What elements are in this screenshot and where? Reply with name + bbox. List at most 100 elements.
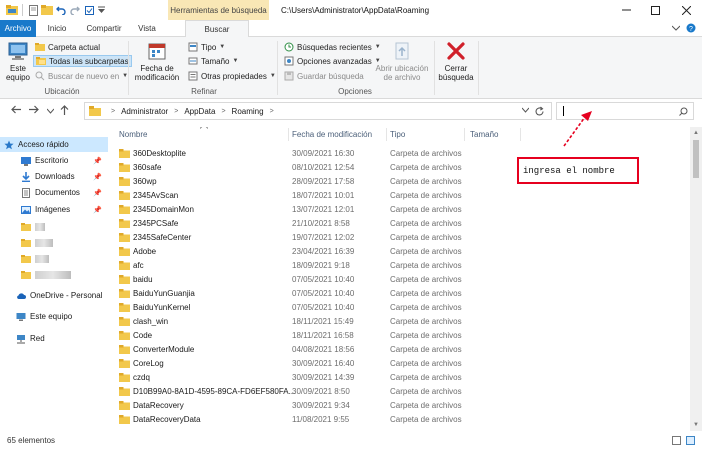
table-row[interactable]: 2345AvScan 18/07/2021 10:01 Carpeta de arc…: [108, 189, 690, 203]
close-window-button[interactable]: [678, 3, 694, 17]
busquedas-recientes-button[interactable]: Búsquedas recientes ▼: [284, 41, 381, 53]
forward-button[interactable]: [28, 105, 40, 119]
file-date: 07/05/2021 10:40: [292, 303, 355, 312]
column-header-type[interactable]: Tipo: [390, 127, 405, 142]
nav-downloads[interactable]: Downloads 📌: [0, 169, 108, 184]
search-icon[interactable]: [679, 107, 688, 116]
tab-vista[interactable]: Vista: [133, 20, 161, 37]
nav-downloads-label: Downloads: [35, 172, 75, 181]
nav-quick-access[interactable]: Acceso rápido: [0, 137, 108, 152]
undo-icon[interactable]: [56, 4, 66, 16]
column-header-date[interactable]: Fecha de modificación: [292, 127, 372, 142]
breadcrumb-appdata[interactable]: AppData: [184, 107, 215, 116]
folder-icon: [119, 401, 130, 410]
nav-red[interactable]: Red: [0, 331, 108, 346]
search-input[interactable]: [557, 103, 675, 119]
refresh-icon: [535, 106, 544, 116]
table-row[interactable]: DataRecoveryData 11/08/2021 9:55 Carpeta d…: [108, 413, 690, 427]
scrollbar-thumb[interactable]: [693, 140, 699, 178]
pin-icon: 📌: [93, 206, 102, 214]
redo-icon[interactable]: [70, 4, 80, 16]
search-box[interactable]: [556, 102, 694, 120]
recent-locations-button[interactable]: [44, 105, 56, 119]
properties-icon[interactable]: [29, 4, 38, 16]
opciones-avanzadas-button[interactable]: Opciones avanzadas ▼: [284, 55, 381, 67]
new-folder-icon[interactable]: [41, 4, 53, 16]
column-header-size[interactable]: Tamaño: [470, 127, 498, 142]
table-row[interactable]: Adobe 23/04/2021 16:39 Carpeta de archivos: [108, 245, 690, 259]
fecha-modificacion-label: Fecha de modificación: [134, 64, 180, 82]
nav-blurred-folder[interactable]: [0, 219, 108, 234]
table-row[interactable]: clash_win 18/11/2021 15:49 Carpeta de arch…: [108, 315, 690, 329]
file-type: Carpeta de archivos: [390, 191, 462, 200]
customize-toolbar-icon[interactable]: [98, 4, 105, 16]
table-row[interactable]: 2345PCSafe 21/10/2021 8:58 Carpeta de arch…: [108, 217, 690, 231]
folder-icon: [119, 373, 130, 382]
buscar-de-nuevo-button[interactable]: Buscar de nuevo en ▼: [35, 70, 128, 82]
tab-archivo[interactable]: Archivo: [0, 20, 36, 37]
table-row[interactable]: CoreLog 30/09/2021 16:40 Carpeta de archiv…: [108, 357, 690, 371]
ribbon: Este equipo Carpeta actual Todas las sub…: [0, 37, 702, 99]
explorer-icon[interactable]: [6, 4, 18, 16]
otras-propiedades-button[interactable]: Otras propiedades ▼: [188, 70, 276, 82]
address-bar[interactable]: > Administrator > AppData > Roaming >: [84, 102, 552, 120]
expand-ribbon-icon[interactable]: [672, 25, 680, 31]
file-type: Carpeta de archivos: [390, 233, 462, 242]
table-row[interactable]: BaiduYunKernel 07/05/2021 10:40 Carpeta de…: [108, 301, 690, 315]
cerrar-busqueda-button[interactable]: Cerrar búsqueda: [438, 40, 474, 82]
nav-este-equipo[interactable]: Este equipo: [0, 309, 108, 324]
large-icons-view-icon[interactable]: [686, 436, 695, 445]
todas-subcarpetas-button[interactable]: Todas las subcarpetas: [33, 55, 132, 67]
nav-documentos[interactable]: Documentos 📌: [0, 185, 108, 200]
breadcrumb-roaming[interactable]: Roaming: [232, 107, 264, 116]
back-button[interactable]: [10, 105, 22, 119]
table-row[interactable]: DataRecovery 30/09/2021 9:34 Carpeta de ar…: [108, 399, 690, 413]
file-type: Carpeta de archivos: [390, 387, 462, 396]
table-row[interactable]: ConverterModule 04/08/2021 18:56 Carpeta d…: [108, 343, 690, 357]
breadcrumb-administrator[interactable]: Administrator: [121, 107, 168, 116]
table-row[interactable]: Code 18/11/2021 16:58 Carpeta de archivos: [108, 329, 690, 343]
table-row[interactable]: baidu 07/05/2021 10:40 Carpeta de archivos: [108, 273, 690, 287]
este-equipo-button[interactable]: Este equipo: [4, 40, 32, 82]
carpeta-actual-button[interactable]: Carpeta actual: [35, 41, 100, 53]
table-row[interactable]: D10B99A0-8A1D-4595-89CA-FD6EF580FA... 30/…: [108, 385, 690, 399]
details-view-icon[interactable]: [672, 436, 681, 445]
nav-blurred-folder[interactable]: [0, 235, 108, 250]
nav-imagenes[interactable]: Imágenes 📌: [0, 202, 108, 217]
tamano-button[interactable]: Tamaño ▼: [188, 55, 238, 67]
download-icon: [22, 171, 30, 182]
folder-icon: [21, 238, 31, 247]
chevron-down-icon: [521, 107, 530, 113]
guardar-busqueda-button[interactable]: Guardar búsqueda: [284, 70, 364, 82]
blurred-label: [35, 238, 53, 247]
minimize-button[interactable]: [618, 3, 634, 17]
maximize-button[interactable]: [647, 3, 663, 17]
table-row[interactable]: BaiduYunGuanjia 07/05/2021 10:40 Carpeta d…: [108, 287, 690, 301]
checkbox-icon[interactable]: [85, 4, 94, 16]
fecha-modificacion-button[interactable]: Fecha de modificación: [132, 40, 182, 82]
nav-onedrive[interactable]: OneDrive - Personal: [0, 288, 108, 303]
file-name: Code: [133, 331, 153, 340]
tab-buscar[interactable]: Buscar: [185, 20, 249, 38]
table-row[interactable]: afc 18/09/2021 9:18 Carpeta de archivos: [108, 259, 690, 273]
scroll-down-icon[interactable]: ▼: [690, 419, 702, 431]
tab-compartir[interactable]: Compartir: [81, 20, 127, 37]
table-row[interactable]: 2345DomainMon 13/07/2021 12:01 Carpeta de …: [108, 203, 690, 217]
scroll-up-icon[interactable]: ▲: [690, 127, 702, 139]
carpeta-actual-label: Carpeta actual: [48, 42, 101, 52]
vertical-scrollbar[interactable]: ▲ ▼: [690, 127, 702, 431]
tab-inicio[interactable]: Inicio: [42, 20, 72, 37]
address-dropdown-button[interactable]: [521, 106, 530, 115]
folder-icon: [21, 254, 31, 263]
nav-blurred-folder[interactable]: [0, 251, 108, 266]
help-icon[interactable]: ?: [686, 23, 696, 33]
refresh-button[interactable]: [534, 106, 545, 119]
nav-blurred-folder[interactable]: [0, 267, 108, 282]
column-header-name[interactable]: Nombre: [119, 127, 147, 142]
table-row[interactable]: 2345SafeCenter 19/07/2021 12:02 Carpeta de…: [108, 231, 690, 245]
table-row[interactable]: czdq 30/09/2021 14:39 Carpeta de archivos: [108, 371, 690, 385]
tipo-button[interactable]: Tipo ▼: [188, 41, 225, 53]
nav-escritorio[interactable]: Escritorio 📌: [0, 153, 108, 168]
abrir-ubicacion-button[interactable]: Abrir ubicación de archivo: [372, 40, 432, 82]
up-button[interactable]: [58, 105, 70, 119]
